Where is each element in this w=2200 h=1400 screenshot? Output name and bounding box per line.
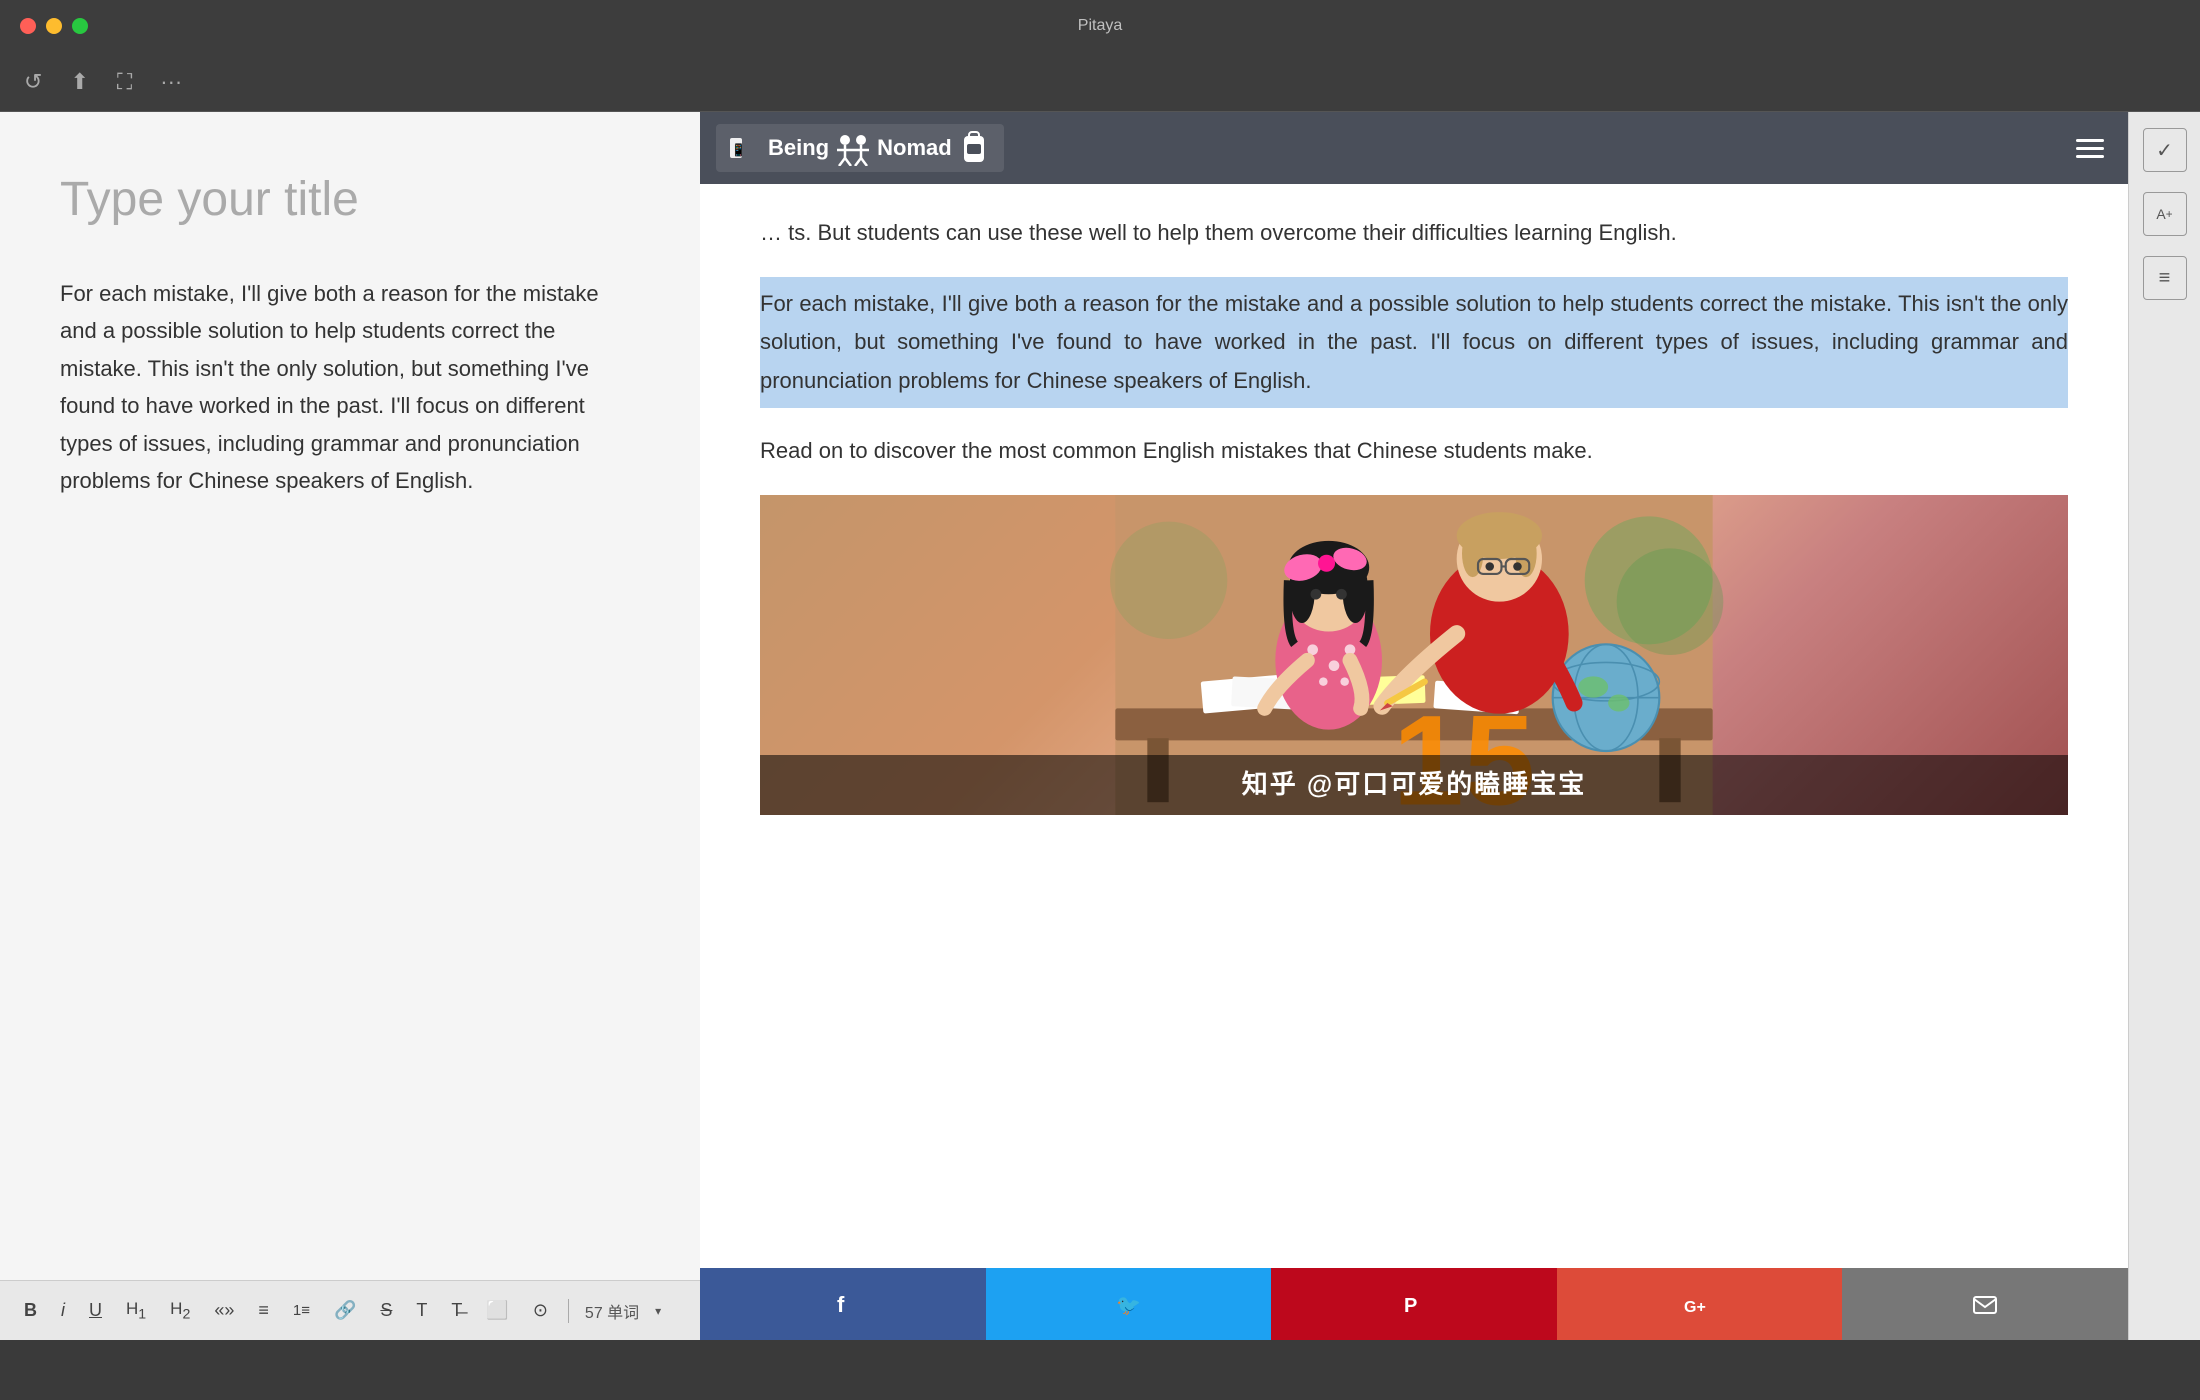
refresh-icon[interactable]: ↺ xyxy=(24,69,42,95)
underline-button[interactable]: U xyxy=(85,1296,106,1325)
read-text: Read xyxy=(760,438,813,463)
article-content: … ts. But students can use these well to… xyxy=(700,184,2128,845)
add-text-icon[interactable]: A+ xyxy=(2143,192,2187,236)
h2-button[interactable]: H2 xyxy=(166,1295,194,1326)
media-button[interactable]: ⊙ xyxy=(529,1296,552,1325)
svg-text:P: P xyxy=(1404,1295,1417,1317)
h1-button[interactable]: H1 xyxy=(122,1295,150,1326)
logo-being: Being xyxy=(768,135,829,161)
share-icon[interactable]: ⬆ xyxy=(70,69,88,95)
italic-button[interactable]: i xyxy=(57,1296,69,1325)
number-list-button[interactable]: 1≡ xyxy=(289,1298,314,1323)
pinterest-icon: P xyxy=(1400,1290,1428,1318)
site-logo: 📱 Being Nomad xyxy=(716,124,1004,172)
maximize-button[interactable] xyxy=(72,18,88,34)
twitter-icon: 🐦 xyxy=(1114,1290,1142,1318)
facebook-icon: f xyxy=(829,1290,857,1318)
article-paragraph-1: … ts. But students can use these well to… xyxy=(760,214,2068,253)
bold-button[interactable]: B xyxy=(20,1296,41,1325)
hamburger-menu[interactable] xyxy=(2068,131,2112,166)
email-share-button[interactable] xyxy=(1842,1268,2128,1340)
browser-nav: 📱 Being Nomad xyxy=(700,112,2128,184)
check-icon[interactable]: ✓ xyxy=(2143,128,2187,172)
logo-backpack-icon xyxy=(956,130,992,166)
bullet-list-button[interactable]: ≡ xyxy=(254,1296,273,1325)
article-image: 15 知乎 @可口可爱的瞌睡宝宝 xyxy=(760,495,2068,815)
english-text: English xyxy=(1143,438,1215,463)
right-sidebar: ✓ A+ ≡ xyxy=(2128,112,2200,1340)
window-title: Pitaya xyxy=(1078,17,1122,35)
toolbar-separator xyxy=(568,1299,569,1323)
logo-nomad: Nomad xyxy=(877,135,952,161)
browser-pane: 📱 Being Nomad xyxy=(700,112,2128,1340)
layout-icon[interactable]: ≡ xyxy=(2143,256,2187,300)
editor-bottom-toolbar: B i U H1 H2 «» ≡ 1≡ 🔗 S T T̶ ⬜ ⊙ 57 单词 ▾ xyxy=(0,1280,700,1340)
editor-pane: Type your title For each mistake, I'll g… xyxy=(0,112,700,1340)
email-icon xyxy=(1971,1290,1999,1318)
word-count[interactable]: 57 单词 xyxy=(585,1299,639,1323)
quote-button[interactable]: «» xyxy=(210,1296,238,1325)
more-icon[interactable]: ··· xyxy=(160,69,182,95)
twitter-share-button[interactable]: 🐦 xyxy=(986,1268,1272,1340)
fullscreen-icon[interactable]: ⛶ xyxy=(117,69,132,95)
facebook-share-button[interactable]: f xyxy=(700,1268,986,1340)
to-text: on xyxy=(819,438,850,463)
close-button[interactable] xyxy=(20,18,36,34)
svg-text:🐦: 🐦 xyxy=(1116,1295,1141,1317)
article-text-3-rest: to discover the most common xyxy=(849,438,1142,463)
text-button[interactable]: T xyxy=(412,1296,431,1325)
article-text-1-partial: … ts. But students can use these well to… xyxy=(760,220,1677,245)
image-button[interactable]: ⬜ xyxy=(482,1296,512,1325)
word-count-dropdown[interactable]: ▾ xyxy=(655,1304,661,1318)
article-paragraph-2-highlighted: For each mistake, I'll give both a reaso… xyxy=(760,277,2068,409)
title-bar: Pitaya xyxy=(0,0,2200,52)
window-controls xyxy=(20,18,88,34)
clear-format-button[interactable]: T̶ xyxy=(447,1296,466,1325)
svg-text:f: f xyxy=(837,1292,845,1317)
social-share-bar: f 🐦 P G+ xyxy=(700,1268,2128,1340)
article-paragraph-3: Read on to discover the most common Engl… xyxy=(760,432,2068,471)
svg-text:G+: G+ xyxy=(1684,1299,1706,1316)
editor-title-placeholder[interactable]: Type your title xyxy=(60,172,640,227)
googleplus-share-button[interactable]: G+ xyxy=(1557,1268,1843,1340)
main-toolbar: ↺ ⬆ ⛶ ··· xyxy=(0,52,2200,112)
logo-person-icon xyxy=(833,130,873,166)
googleplus-icon: G+ xyxy=(1682,1290,1718,1318)
minimize-button[interactable] xyxy=(46,18,62,34)
watermark-overlay: 知乎 @可口可爱的瞌睡宝宝 xyxy=(760,755,2068,815)
pinterest-share-button[interactable]: P xyxy=(1271,1268,1557,1340)
strikethrough-button[interactable]: S xyxy=(376,1296,396,1325)
logo-icon-left: 📱 xyxy=(728,130,764,166)
svg-text:📱: 📱 xyxy=(731,143,746,157)
article-text-3-end: mistakes that Chinese students make. xyxy=(1221,438,1593,463)
editor-content[interactable]: For each mistake, I'll give both a reaso… xyxy=(60,275,640,499)
link-button[interactable]: 🔗 xyxy=(330,1296,360,1325)
main-container: Type your title For each mistake, I'll g… xyxy=(0,112,2200,1340)
